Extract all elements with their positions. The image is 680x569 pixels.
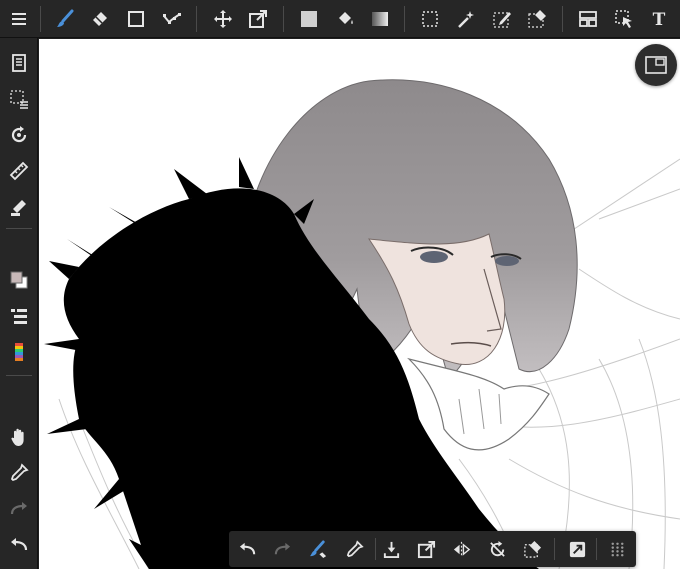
square-shape-icon[interactable] (121, 4, 151, 34)
magic-wand-icon[interactable] (451, 4, 481, 34)
ruler-icon[interactable] (4, 156, 34, 186)
toolbar-divider (196, 6, 197, 32)
toolbar-divider (40, 6, 41, 32)
grid-dots-icon[interactable] (602, 534, 632, 564)
frame-view-icon (645, 56, 667, 74)
pages-icon[interactable] (4, 48, 34, 78)
brush-eraser-icon[interactable] (303, 534, 333, 564)
toolbar-divider (6, 375, 32, 376)
drawing-canvas[interactable] (39, 39, 680, 569)
curve-ruler-icon[interactable] (157, 4, 187, 34)
fill-rectangle-icon[interactable] (294, 4, 324, 34)
panel-layout-icon[interactable] (573, 4, 603, 34)
transform-icon[interactable] (243, 4, 273, 34)
left-toolbar (0, 38, 38, 569)
select-layer-cursor-icon[interactable] (609, 4, 639, 34)
eyedropper-icon[interactable] (4, 458, 34, 488)
toolbar-divider (6, 228, 32, 229)
redo-icon[interactable] (267, 534, 297, 564)
redo-icon[interactable] (4, 494, 34, 524)
hand-icon[interactable] (4, 422, 34, 452)
reset-rotation-icon[interactable] (482, 534, 512, 564)
toolbar-divider (562, 6, 563, 32)
drawing-app: T (0, 0, 680, 569)
eyedropper-icon[interactable] (339, 534, 369, 564)
gradient-icon[interactable] (365, 4, 395, 34)
toolbar-divider (554, 538, 555, 560)
rotate-canvas-icon[interactable] (4, 120, 34, 150)
layers-icon[interactable] (4, 301, 34, 331)
toolbar-divider (283, 6, 284, 32)
hamburger-menu-icon[interactable] (4, 4, 34, 34)
text-tool-icon[interactable]: T (644, 4, 674, 34)
toolbar-divider (596, 538, 597, 560)
select-pen-icon[interactable] (487, 4, 517, 34)
eraser-icon[interactable] (85, 4, 115, 34)
undo-icon[interactable] (232, 534, 262, 564)
text-tool-label: T (653, 10, 666, 29)
transform-icon[interactable] (411, 534, 441, 564)
paint-bucket-icon[interactable] (330, 4, 360, 34)
color-swatch-icon[interactable] (4, 265, 34, 295)
rectangle-select-icon[interactable] (415, 4, 445, 34)
artwork-illustration (44, 79, 680, 569)
clear-layer-icon[interactable] (517, 534, 547, 564)
undo-icon[interactable] (4, 530, 34, 560)
brush-icon[interactable] (50, 4, 80, 34)
toolbar-divider (404, 6, 405, 32)
select-eraser-icon[interactable] (522, 4, 552, 34)
flip-horizontal-icon[interactable] (446, 534, 476, 564)
move-arrows-icon[interactable] (208, 4, 238, 34)
bottom-quick-toolbar (229, 531, 636, 567)
frame-view-button[interactable] (635, 44, 677, 86)
snap-icon[interactable] (562, 534, 592, 564)
selection-menu-icon[interactable] (4, 84, 34, 114)
import-icon[interactable] (376, 534, 406, 564)
top-toolbar: T (0, 0, 680, 38)
materials-icon[interactable] (4, 337, 34, 367)
filter-pen-icon[interactable] (4, 192, 34, 222)
